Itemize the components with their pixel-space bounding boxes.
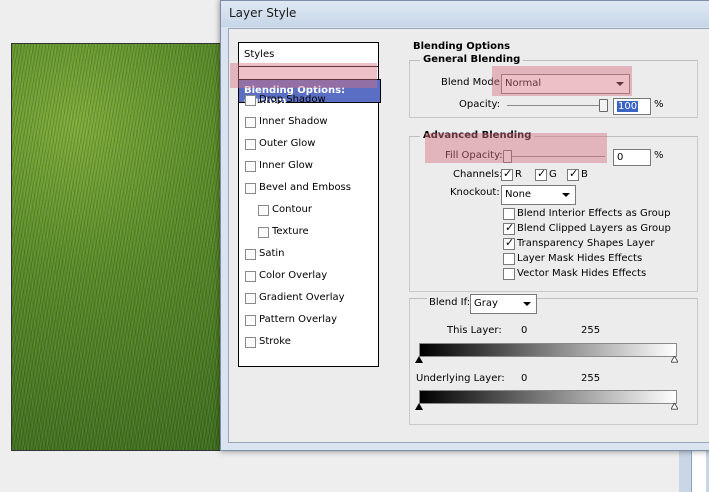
- this-layer-low: 0: [521, 325, 528, 336]
- channel-r-label: R: [515, 169, 522, 180]
- this-layer-gradient: [419, 343, 677, 357]
- advanced-option-checkbox[interactable]: [503, 268, 515, 280]
- opacity-label: Opacity:: [459, 99, 501, 110]
- style-checkbox[interactable]: [258, 227, 269, 238]
- advanced-option-label: Vector Mask Hides Effects: [517, 268, 647, 279]
- advanced-option-checkbox[interactable]: ✓: [503, 221, 515, 235]
- style-item-label: Outer Glow: [259, 138, 316, 149]
- underlying-layer-gradient: [419, 390, 677, 404]
- knockout-label: Knockout:: [450, 187, 500, 198]
- style-item-label: Inner Glow: [259, 160, 313, 171]
- advanced-option-label: Blend Interior Effects as Group: [517, 208, 671, 219]
- underlying-layer-low: 0: [521, 373, 528, 384]
- style-checkbox[interactable]: [245, 95, 256, 106]
- this-layer-high: 255: [581, 325, 601, 336]
- styles-list: Styles Blending Options: Custom Drop Sha…: [238, 42, 381, 367]
- highlight-blending-options: [230, 63, 377, 88]
- style-checkbox[interactable]: [245, 337, 256, 348]
- advanced-option-label: Blend Clipped Layers as Group: [517, 223, 671, 234]
- dialog-client: Styles Blending Options: Custom Drop Sha…: [228, 28, 709, 443]
- advanced-option-checkbox[interactable]: [503, 253, 515, 265]
- style-item-label: Color Overlay: [259, 270, 328, 281]
- channels-label: Channels:: [453, 169, 503, 180]
- knockout-value: None: [505, 189, 532, 200]
- channel-b-checkbox[interactable]: ✓: [567, 167, 579, 181]
- style-item-label: Bevel and Emboss: [259, 182, 351, 193]
- blend-if-dropdown[interactable]: Gray: [470, 294, 537, 314]
- this-layer-label: This Layer:: [447, 325, 502, 336]
- underlying-black-slider[interactable]: [415, 403, 423, 410]
- blend-if-label: Blend If:: [427, 297, 473, 308]
- style-item-label: Pattern Overlay: [259, 314, 338, 325]
- advanced-option-label: Transparency Shapes Layer: [517, 238, 655, 249]
- window-edge: [679, 448, 709, 492]
- channel-b-label: B: [581, 169, 588, 180]
- this-layer-white-slider[interactable]: [671, 356, 678, 363]
- grass-image: [11, 43, 225, 451]
- opacity-value: 100: [617, 101, 639, 112]
- opacity-slider-track[interactable]: [507, 105, 607, 106]
- style-checkbox[interactable]: [245, 249, 256, 260]
- channel-g-label: G: [549, 169, 557, 180]
- blend-if-group: [409, 298, 698, 425]
- blending-options-title: Blending Options: [413, 41, 511, 52]
- style-checkbox[interactable]: [245, 183, 256, 194]
- opacity-slider-thumb[interactable]: [599, 99, 608, 112]
- channel-g-checkbox[interactable]: ✓: [535, 167, 547, 181]
- fill-opacity-unit: %: [654, 150, 664, 161]
- style-checkbox[interactable]: [245, 117, 256, 128]
- chevron-down-icon: [562, 193, 570, 197]
- advanced-option-label: Layer Mask Hides Effects: [517, 253, 643, 264]
- highlight-blend-mode: [492, 66, 632, 96]
- style-checkbox[interactable]: [245, 161, 256, 172]
- fill-opacity-input[interactable]: 0: [613, 149, 651, 166]
- style-item-label: Texture: [272, 226, 309, 237]
- title-bar[interactable]: Layer Style: [221, 1, 709, 27]
- blend-if-value: Gray: [474, 298, 498, 309]
- advanced-option-checkbox[interactable]: [503, 208, 515, 220]
- style-checkbox[interactable]: [245, 293, 256, 304]
- knockout-dropdown[interactable]: None: [501, 185, 576, 205]
- style-checkbox[interactable]: [245, 315, 256, 326]
- style-item-label: Inner Shadow: [259, 116, 328, 127]
- style-item-label: Contour: [272, 204, 312, 215]
- highlight-fill-opacity: [425, 133, 607, 163]
- chevron-down-icon: [523, 302, 531, 306]
- this-layer-black-slider[interactable]: [415, 356, 423, 363]
- style-item-label: Stroke: [259, 336, 291, 347]
- style-checkbox[interactable]: [245, 139, 256, 150]
- underlying-layer-label: Underlying Layer:: [416, 373, 505, 384]
- styles-header[interactable]: Styles: [244, 49, 274, 60]
- general-blending-title: General Blending: [420, 54, 524, 65]
- style-checkbox[interactable]: [245, 271, 256, 282]
- underlying-white-slider[interactable]: [671, 403, 678, 410]
- style-checkbox[interactable]: [258, 205, 269, 216]
- advanced-option-checkbox[interactable]: ✓: [503, 236, 515, 250]
- underlying-layer-high: 255: [581, 373, 601, 384]
- opacity-unit: %: [654, 99, 664, 110]
- channel-r-checkbox[interactable]: ✓: [501, 167, 513, 181]
- style-item-label: Drop Shadow: [259, 94, 326, 105]
- fill-opacity-value: 0: [617, 152, 624, 163]
- opacity-input[interactable]: 100: [613, 98, 651, 115]
- style-item-label: Satin: [259, 248, 285, 259]
- window-title: Layer Style: [229, 6, 297, 20]
- style-item-label: Gradient Overlay: [259, 292, 345, 303]
